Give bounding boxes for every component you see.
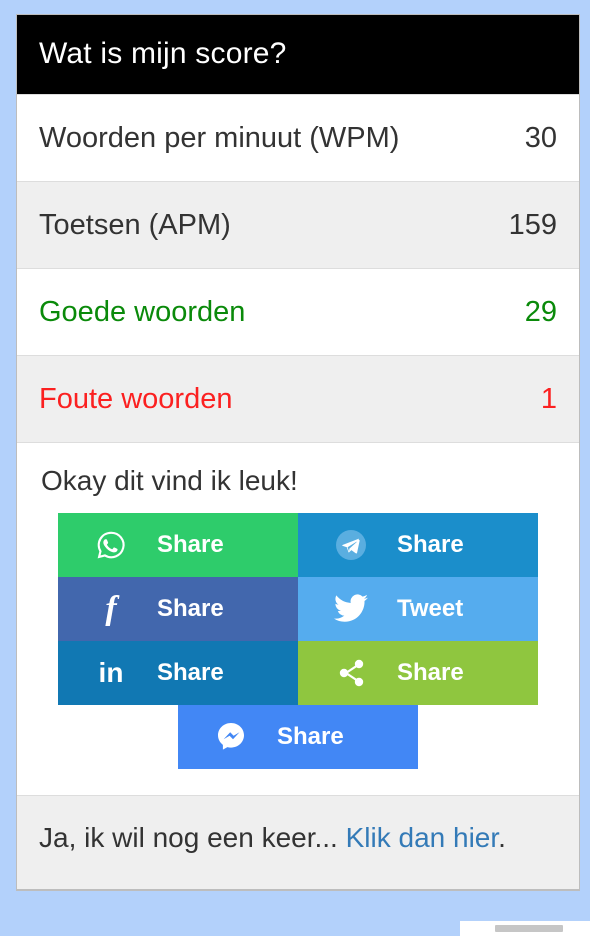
horizontal-scrollbar-thumb[interactable] — [495, 925, 563, 932]
facebook-icon: f — [105, 590, 117, 627]
share-button-telegram[interactable]: Share — [298, 513, 538, 577]
stat-value-correct-words: 29 — [524, 295, 557, 328]
share-button-twitter[interactable]: Tweet — [298, 577, 538, 641]
twitter-icon — [331, 594, 371, 624]
stat-label-wpm: Woorden per minuut (WPM) — [39, 121, 400, 154]
share-button-linkedin[interactable]: in Share — [58, 641, 298, 705]
share-button-label: Share — [157, 595, 224, 622]
table-row: Toetsen (APM) 159 — [17, 182, 579, 269]
retry-trailing-period: . — [498, 822, 506, 853]
telegram-icon — [331, 527, 371, 563]
score-panel: Wat is mijn score? Woorden per minuut (W… — [16, 14, 580, 891]
messenger-icon — [211, 719, 251, 755]
share-button-grid: Share Share f Share Tweet in Share Share — [58, 513, 538, 705]
score-list: Woorden per minuut (WPM) 30 Toetsen (APM… — [17, 94, 579, 443]
table-row: Woorden per minuut (WPM) 30 — [17, 95, 579, 182]
stat-label-correct-words: Goede woorden — [39, 295, 246, 328]
share-button-generic[interactable]: Share — [298, 641, 538, 705]
stat-value-apm: 159 — [508, 208, 557, 241]
table-row: Goede woorden 29 — [17, 269, 579, 356]
messenger-row: Share — [58, 705, 538, 769]
share-section: Okay dit vind ik leuk! Share Share f Sha… — [17, 443, 579, 796]
retry-footer: Ja, ik wil nog een keer... Klik dan hier… — [17, 796, 579, 889]
share-button-facebook[interactable]: f Share — [58, 577, 298, 641]
stat-value-wpm: 30 — [524, 121, 557, 154]
stat-label-apm: Toetsen (APM) — [39, 208, 231, 241]
linkedin-icon: in — [98, 657, 124, 688]
share-button-messenger[interactable]: Share — [178, 705, 418, 769]
table-row: Foute woorden 1 — [17, 356, 579, 443]
whatsapp-icon — [91, 528, 131, 562]
share-button-label: Share — [157, 659, 224, 686]
share-button-label: Share — [157, 531, 224, 558]
share-button-label: Share — [397, 531, 464, 558]
share-button-whatsapp[interactable]: Share — [58, 513, 298, 577]
retry-text: Ja, ik wil nog een keer... — [39, 822, 338, 853]
page-title: Wat is mijn score? — [39, 37, 287, 70]
share-nodes-icon — [331, 657, 371, 689]
stat-value-wrong-words: 1 — [540, 382, 557, 415]
share-prompt: Okay dit vind ik leuk! — [41, 465, 298, 496]
panel-header: Wat is mijn score? — [17, 15, 579, 94]
share-button-label: Share — [397, 659, 464, 686]
stat-label-wrong-words: Foute woorden — [39, 382, 233, 415]
share-button-label: Tweet — [397, 595, 464, 622]
share-button-label: Share — [277, 723, 344, 750]
retry-link[interactable]: Klik dan hier — [346, 822, 499, 853]
